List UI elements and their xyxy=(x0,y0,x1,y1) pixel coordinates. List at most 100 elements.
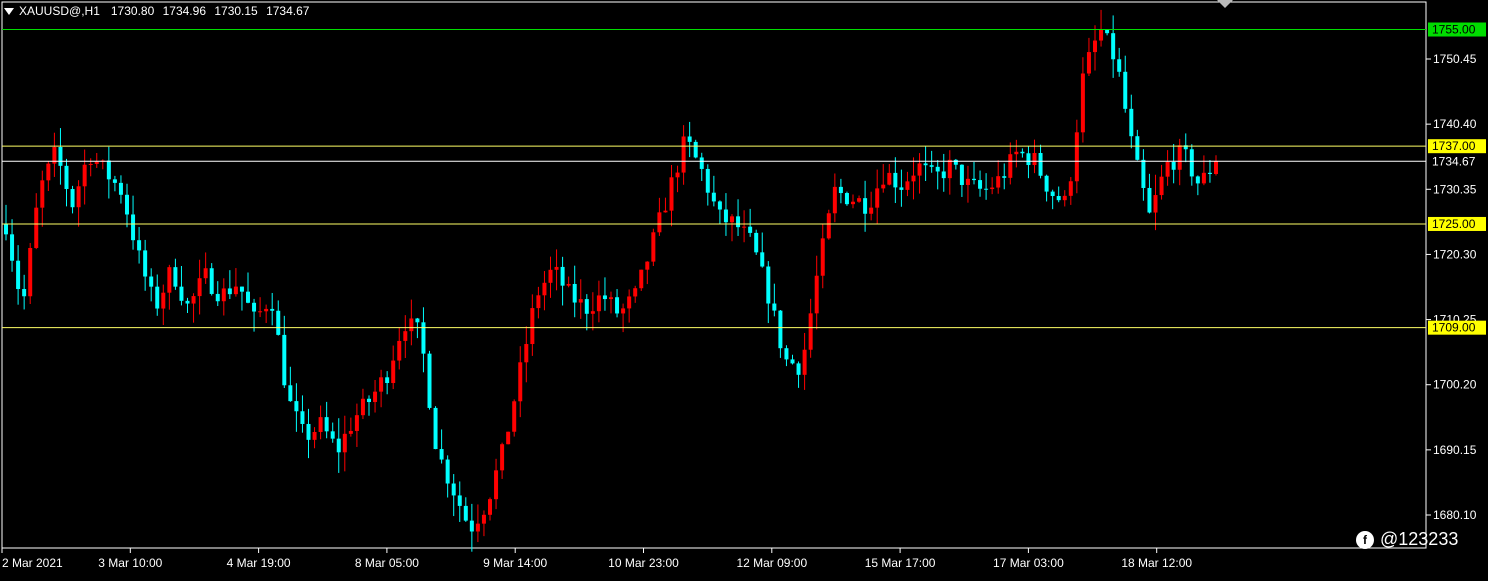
candle-body xyxy=(348,430,353,434)
candle-body xyxy=(826,213,831,239)
candle-body xyxy=(58,146,63,166)
candle-body xyxy=(173,267,178,287)
candle-body xyxy=(808,313,813,350)
y-tick-label-7: 1680.10 xyxy=(1433,508,1477,522)
candle-body xyxy=(300,411,305,424)
watermark: f @123233 xyxy=(1356,529,1458,550)
candle-body xyxy=(778,310,783,349)
candle-body xyxy=(881,184,886,189)
candle-body xyxy=(1014,151,1019,155)
candle-body xyxy=(705,168,710,193)
candle-body xyxy=(651,232,656,262)
candle-body xyxy=(1165,161,1170,177)
candle-body xyxy=(675,172,680,178)
candle-body xyxy=(609,297,613,300)
candle-body xyxy=(1129,108,1134,137)
candle-body xyxy=(893,172,898,188)
candle-body xyxy=(306,423,311,440)
candle-body xyxy=(639,269,644,289)
candle-body xyxy=(22,289,27,297)
x-tick-label-4: 9 Mar 14:00 xyxy=(483,556,547,570)
candle-body xyxy=(385,377,390,384)
candle-body xyxy=(941,171,946,179)
candle-body xyxy=(70,189,75,208)
candle-body xyxy=(10,234,15,261)
candle-body xyxy=(844,193,849,205)
candle-body xyxy=(457,495,462,506)
candle-body xyxy=(524,344,529,363)
candle-body xyxy=(542,282,547,296)
candle-body xyxy=(530,308,535,345)
candle-body xyxy=(663,210,668,213)
candle-body xyxy=(1099,29,1104,41)
price-chart[interactable]: 1750.451740.401730.351720.301710.251700.… xyxy=(0,0,1488,576)
candle-body xyxy=(1020,151,1025,154)
candle-body xyxy=(548,269,553,283)
candle-body xyxy=(899,187,904,190)
candle-body xyxy=(46,163,51,181)
candle-body xyxy=(917,163,922,176)
chart-shift-marker-icon[interactable] xyxy=(1217,0,1233,8)
candle-body xyxy=(246,291,250,303)
candle-body xyxy=(215,293,220,302)
candle-body xyxy=(820,238,825,276)
y-tick-label-2: 1730.35 xyxy=(1433,182,1477,196)
candle-body xyxy=(935,166,940,172)
candle-body xyxy=(572,283,577,303)
candle-body xyxy=(488,499,492,515)
candle-body xyxy=(1002,176,1007,178)
candle-body xyxy=(28,247,33,297)
candle-body xyxy=(445,459,450,484)
candle-body xyxy=(1032,152,1037,166)
candle-body xyxy=(590,311,595,314)
candle-body xyxy=(1086,52,1091,74)
candle-body xyxy=(270,308,275,311)
candle-body xyxy=(288,385,293,402)
candle-body xyxy=(911,175,916,182)
candle-body xyxy=(742,226,747,228)
watermark-text: @123233 xyxy=(1380,529,1459,549)
plot-border xyxy=(1,1,1427,549)
level-label-3: 1725.00 xyxy=(1432,217,1476,231)
candle-body xyxy=(40,180,45,208)
candle-body xyxy=(959,164,964,185)
chart-window[interactable]: 1750.45 1740.40 1730.35 1720.30 1710.25 1700.… xyxy=(0,0,1488,576)
candle-body xyxy=(506,431,511,445)
candle-body xyxy=(179,286,184,301)
level-label-2: 1734.67 xyxy=(1432,154,1476,168)
candle-body xyxy=(1056,196,1061,201)
candle-body xyxy=(869,207,874,214)
candle-body xyxy=(252,302,257,312)
candle-body xyxy=(415,318,420,323)
candle-body xyxy=(137,240,142,251)
ohlc-high: 1734.96 xyxy=(162,4,206,18)
candle-body xyxy=(391,360,396,384)
candle-body xyxy=(633,288,638,297)
symbol-timeframe: XAUUSD@,H1 xyxy=(19,4,100,18)
ohlc-close: 1734.67 xyxy=(266,4,310,18)
candle-body xyxy=(360,398,365,416)
candle-body xyxy=(1123,71,1128,109)
x-tick-label-0: 2 Mar 2021 xyxy=(2,556,63,570)
candle-body xyxy=(723,209,728,223)
candle-body xyxy=(318,417,323,433)
candle-body xyxy=(421,322,426,354)
candle-body xyxy=(1026,153,1031,166)
candle-body xyxy=(34,207,39,248)
candle-body xyxy=(125,194,129,215)
candle-body xyxy=(330,431,335,439)
candle-body xyxy=(996,176,1001,188)
candle-body xyxy=(699,157,704,169)
candle-body xyxy=(596,295,601,312)
candle-body xyxy=(1044,175,1049,192)
candle-body xyxy=(106,160,111,180)
candle-body xyxy=(1038,152,1043,176)
candle-body xyxy=(566,283,571,286)
dropdown-triangle-icon[interactable] xyxy=(4,7,14,15)
ohlc-open: 1730.80 xyxy=(110,4,155,18)
y-tick-label-0: 1750.45 xyxy=(1433,52,1477,66)
candle-body xyxy=(1105,29,1110,34)
candle-body xyxy=(1074,132,1079,182)
candle-body xyxy=(857,198,862,202)
chart-title-bar: XAUUSD@,H1 1730.80 1734.96 1730.15 1734.… xyxy=(4,4,314,18)
